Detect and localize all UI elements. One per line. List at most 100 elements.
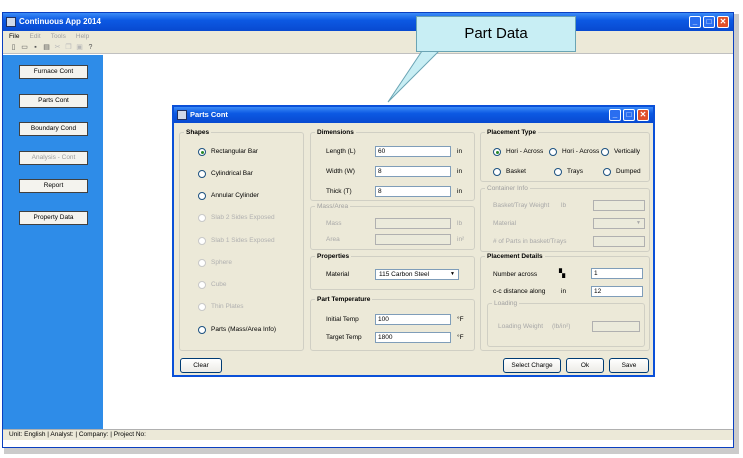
- shape-cube-radio[interactable]: Cube: [198, 280, 227, 289]
- container-material-select[interactable]: ▼: [593, 218, 645, 229]
- radio-icon: [601, 147, 609, 156]
- radio-icon: [554, 167, 562, 176]
- target-temp-unit: °F: [457, 334, 464, 341]
- basket-radio[interactable]: Basket: [493, 167, 526, 176]
- area-input[interactable]: [375, 234, 451, 245]
- container-info-title: Container Info: [485, 184, 530, 193]
- mass-area-group: Mass/Area Mass lb Area in²: [310, 202, 475, 250]
- shape-annular-cylinder-label: Annular Cylinder: [211, 192, 260, 199]
- initial-temp-unit: °F: [457, 316, 464, 323]
- boundary-cond-button[interactable]: Boundary Cond: [19, 122, 88, 136]
- report-button[interactable]: Report: [19, 179, 88, 193]
- save-button[interactable]: Save: [609, 358, 649, 373]
- hori-across-1-radio[interactable]: Hori - Across: [493, 147, 543, 156]
- parts-cont-button[interactable]: Parts Cont: [19, 94, 88, 108]
- container-info-group: Container Info Basket/Tray Weight lb Mat…: [480, 184, 650, 252]
- shape-annular-cylinder-radio[interactable]: Annular Cylinder: [198, 191, 259, 200]
- sidebar: Furnace Cont Parts Cont Boundary Cond An…: [3, 55, 103, 437]
- minimize-icon[interactable]: _: [689, 16, 701, 28]
- clear-button[interactable]: Clear: [180, 358, 222, 373]
- shape-slab2-radio[interactable]: Slab 2 Sides Exposed: [198, 213, 275, 222]
- area-label: Area: [326, 236, 340, 243]
- menu-tools[interactable]: Tools: [51, 31, 66, 42]
- menu-edit[interactable]: Edit: [29, 31, 40, 42]
- shapes-group: Shapes Rectangular Bar Cylindrical Bar A…: [179, 128, 304, 351]
- maximize-icon[interactable]: □: [703, 16, 715, 28]
- loading-weight-unit: (lb/in²): [552, 323, 571, 330]
- chevron-down-icon: ▼: [450, 271, 455, 277]
- parts-cont-dialog: Parts Cont _ □ ✕ Shapes Rectangular Bar …: [172, 105, 655, 377]
- initial-temp-input[interactable]: 100: [375, 314, 451, 325]
- furnace-cont-button[interactable]: Furnace Cont: [19, 65, 88, 79]
- new-file-icon[interactable]: ▯: [9, 43, 18, 52]
- radio-icon: [603, 167, 611, 176]
- shape-rectangular-bar-label: Rectangular Bar: [211, 148, 258, 155]
- trays-radio[interactable]: Trays: [554, 167, 583, 176]
- loading-weight-input[interactable]: [592, 321, 640, 332]
- save-icon[interactable]: ▪: [31, 43, 40, 52]
- vertically-label: Vertically: [614, 148, 641, 155]
- print-icon[interactable]: ▤: [42, 43, 51, 52]
- mass-area-title: Mass/Area: [315, 202, 351, 211]
- number-across-label: Number across: [493, 271, 538, 278]
- menu-help[interactable]: Help: [76, 31, 89, 42]
- vertically-radio[interactable]: Vertically: [601, 147, 640, 156]
- app-title-bar[interactable]: Continuous App 2014 _ □ ✕: [3, 13, 733, 31]
- target-temp-label: Target Temp: [326, 334, 362, 341]
- menu-bar: File Edit Tools Help: [3, 31, 733, 42]
- dialog-minimize-icon[interactable]: _: [609, 109, 621, 121]
- cc-distance-unit: in: [561, 288, 567, 295]
- dumped-label: Dumped: [616, 168, 641, 175]
- loading-title: Loading: [492, 299, 520, 308]
- loading-group: Loading Loading Weight (lb/in²): [487, 299, 645, 347]
- dimensions-group: Dimensions Length (L) 60 in Width (W) 8 …: [310, 128, 475, 201]
- dialog-close-icon[interactable]: ✕: [637, 109, 649, 121]
- dialog-title-bar[interactable]: Parts Cont _ □ ✕: [174, 107, 653, 123]
- shape-sphere-radio[interactable]: Sphere: [198, 258, 232, 267]
- shape-rectangular-bar-radio[interactable]: Rectangular Bar: [198, 147, 258, 156]
- cut-icon[interactable]: ✂: [53, 43, 62, 52]
- target-temp-input[interactable]: 1800: [375, 332, 451, 343]
- shape-parts-mass-area-radio[interactable]: Parts (Mass/Area Info): [198, 325, 276, 334]
- placement-details-title: Placement Details: [485, 252, 545, 261]
- analysis-cont-button[interactable]: Analysis - Cont: [19, 151, 88, 165]
- hori-across-1-label: Hori - Across: [506, 148, 544, 155]
- material-select[interactable]: 115 Carbon Steel ▼: [375, 269, 459, 280]
- status-bar: Unit: English | Analyst: | Company: | Pr…: [3, 429, 733, 440]
- dialog-maximize-icon[interactable]: □: [623, 109, 635, 121]
- hori-across-2-radio[interactable]: Hori - Across: [549, 147, 599, 156]
- width-input[interactable]: 8: [375, 166, 451, 177]
- container-material-label: Material: [493, 220, 517, 227]
- paste-icon[interactable]: ▣: [75, 43, 84, 52]
- properties-title: Properties: [315, 252, 352, 261]
- shapes-title: Shapes: [184, 128, 212, 137]
- window-controls: _ □ ✕: [689, 16, 729, 28]
- shape-thin-plates-radio[interactable]: Thin Plates: [198, 302, 244, 311]
- binoculars-icon[interactable]: ▚: [559, 269, 565, 278]
- cc-distance-input[interactable]: 12: [591, 286, 643, 297]
- part-temperature-title: Part Temperature: [315, 295, 373, 304]
- close-icon[interactable]: ✕: [717, 16, 729, 28]
- basket-weight-input[interactable]: [593, 200, 645, 211]
- shape-sphere-label: Sphere: [211, 259, 232, 266]
- dumped-radio[interactable]: Dumped: [603, 167, 641, 176]
- dimensions-title: Dimensions: [315, 128, 356, 137]
- ok-button[interactable]: Ok: [566, 358, 604, 373]
- help-icon[interactable]: ?: [86, 43, 95, 52]
- app-title: Continuous App 2014: [19, 17, 101, 26]
- select-charge-button[interactable]: Select Charge: [503, 358, 561, 373]
- copy-icon[interactable]: ❐: [64, 43, 73, 52]
- callout-part-data: Part Data: [416, 16, 576, 52]
- length-input[interactable]: 60: [375, 146, 451, 157]
- shape-cylindrical-bar-radio[interactable]: Cylindrical Bar: [198, 169, 253, 178]
- thick-input[interactable]: 8: [375, 186, 451, 197]
- parts-in-basket-input[interactable]: [593, 236, 645, 247]
- width-label: Width (W): [326, 168, 355, 175]
- mass-input[interactable]: [375, 218, 451, 229]
- shape-parts-mass-area-label: Parts (Mass/Area Info): [211, 326, 277, 333]
- shape-slab1-radio[interactable]: Slab 1 Sides Exposed: [198, 236, 275, 245]
- menu-file[interactable]: File: [9, 31, 19, 42]
- number-across-input[interactable]: 1: [591, 268, 643, 279]
- property-data-button[interactable]: Property Data: [19, 211, 88, 225]
- open-folder-icon[interactable]: ▭: [20, 43, 29, 52]
